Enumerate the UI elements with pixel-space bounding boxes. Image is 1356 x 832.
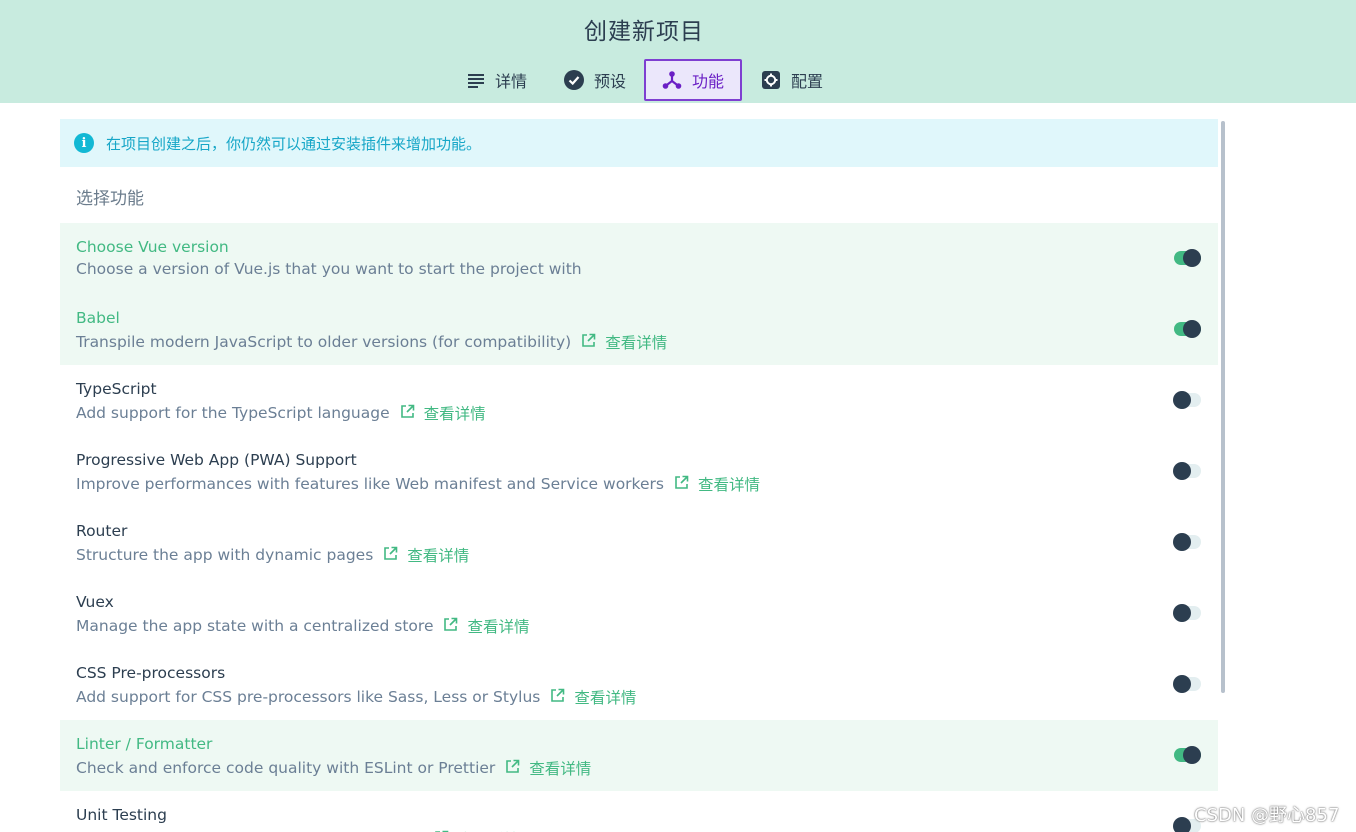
external-link-icon (550, 688, 565, 707)
feature-description-text: Manage the app state with a centralized … (76, 617, 434, 635)
tab-config[interactable]: 配置 (750, 59, 834, 101)
feature-name: Progressive Web App (PWA) Support (76, 451, 357, 469)
check-circle-icon (563, 70, 584, 90)
tab-details[interactable]: 详情 (455, 59, 539, 101)
view-details-link[interactable]: 查看详情 (674, 473, 760, 495)
feature-description: Add a Unit Testing solution like Jest or… (76, 828, 520, 832)
feature-toggle[interactable] (1173, 746, 1201, 764)
view-details-link[interactable]: 查看详情 (550, 686, 636, 708)
feature-name: Unit Testing (76, 806, 167, 824)
toggle-knob (1173, 675, 1191, 693)
feature-row[interactable]: CSS Pre-processors Add support for CSS pr… (60, 649, 1218, 720)
view-details-label: 查看详情 (458, 828, 520, 832)
section-title: 选择功能 (76, 189, 144, 209)
feature-toggle[interactable] (1173, 249, 1201, 267)
feature-name: Vuex (76, 593, 114, 611)
toggle-knob (1173, 604, 1191, 622)
feature-description-text: Add support for CSS pre-processors like … (76, 688, 541, 706)
view-details-label: 查看详情 (529, 760, 592, 778)
tab-config-label: 配置 (790, 72, 823, 91)
tab-features-label: 功能 (691, 72, 724, 91)
info-banner: i 在项目创建之后，你仍然可以通过安装插件来增加功能。 (60, 119, 1218, 167)
toggle-knob (1173, 462, 1191, 480)
view-details-label: 查看详情 (407, 547, 470, 565)
feature-row[interactable]: Babel Transpile modern JavaScript to olde… (60, 294, 1218, 365)
toggle-knob (1183, 249, 1201, 267)
features-fork-icon (662, 70, 682, 90)
feature-row[interactable]: Choose Vue version Choose a version of Vu… (60, 223, 1218, 294)
feature-toggle[interactable] (1173, 320, 1201, 338)
feature-row[interactable]: Unit Testing Add a Unit Testing solution … (60, 791, 1218, 832)
tab-presets[interactable]: 预设 (553, 59, 637, 101)
feature-description: Structure the app with dynamic pages 查看详情 (76, 544, 469, 566)
tab-features[interactable]: 功能 (644, 59, 742, 101)
toggle-knob (1183, 320, 1201, 338)
feature-name: Babel (76, 309, 120, 327)
view-details-link[interactable]: 查看详情 (383, 544, 469, 566)
feature-description-text: Choose a version of Vue.js that you want… (76, 260, 582, 278)
page-title: 创建新项目 (584, 19, 704, 45)
feature-toggle[interactable] (1173, 533, 1201, 551)
feature-row[interactable]: Vuex Manage the app state with a centrali… (60, 578, 1218, 649)
info-text: 在项目创建之后，你仍然可以通过安装插件来增加功能。 (106, 134, 482, 153)
view-details-label: 查看详情 (574, 689, 637, 707)
view-details-label: 查看详情 (605, 334, 668, 352)
feature-description-text: Add support for the TypeScript language (76, 404, 390, 422)
feature-row[interactable]: Progressive Web App (PWA) Support Improve… (60, 436, 1218, 507)
scrollbar[interactable] (1221, 121, 1225, 693)
feature-description-text: Check and enforce code quality with ESLi… (76, 759, 496, 777)
feature-name: Linter / Formatter (76, 735, 213, 753)
view-details-link[interactable]: 查看详情 (400, 402, 486, 424)
feature-toggle[interactable] (1173, 675, 1201, 693)
feature-row[interactable]: TypeScript Add support for the TypeScript… (60, 365, 1218, 436)
tab-presets-label: 预设 (593, 72, 626, 91)
header: 创建新项目 详情 预设 功能 配置 (0, 0, 1356, 103)
feature-description: Check and enforce code quality with ESLi… (76, 757, 591, 779)
view-details-label: 查看详情 (697, 476, 760, 494)
feature-row[interactable]: Linter / Formatter Check and enforce code… (60, 720, 1218, 791)
feature-toggle[interactable] (1173, 462, 1201, 480)
feature-description: Manage the app state with a centralized … (76, 615, 530, 637)
toggle-knob (1183, 746, 1201, 764)
external-link-icon (443, 617, 458, 636)
feature-description: Add support for CSS pre-processors like … (76, 686, 636, 708)
view-details-link[interactable]: 查看详情 (505, 757, 591, 779)
feature-description: Transpile modern JavaScript to older ver… (76, 331, 667, 353)
watermark: CSDN @野心857 (1194, 805, 1340, 826)
external-link-icon (581, 333, 596, 352)
external-link-icon (505, 759, 520, 778)
feature-name: Choose Vue version (76, 238, 229, 256)
view-details-label: 查看详情 (467, 618, 530, 636)
external-link-icon (400, 404, 415, 423)
toggle-knob (1173, 533, 1191, 551)
external-link-icon (383, 546, 398, 565)
feature-description: Choose a version of Vue.js that you want… (76, 260, 582, 278)
feature-name: Router (76, 522, 128, 540)
feature-name: CSS Pre-processors (76, 664, 226, 682)
feature-description-text: Transpile modern JavaScript to older ver… (76, 333, 572, 351)
external-link-icon (674, 475, 689, 494)
feature-name: TypeScript (76, 380, 157, 398)
view-details-link[interactable]: 查看详情 (581, 331, 667, 353)
feature-toggle[interactable] (1173, 604, 1201, 622)
tab-bar: 详情 预设 功能 配置 (0, 59, 1356, 103)
settings-gear-icon (761, 70, 781, 90)
feature-description: Improve performances with features like … (76, 473, 760, 495)
feature-row[interactable]: Router Structure the app with dynamic pag… (60, 507, 1218, 578)
toggle-knob (1173, 817, 1191, 832)
details-list-icon (467, 72, 485, 88)
view-details-label: 查看详情 (423, 405, 486, 423)
feature-toggle[interactable] (1173, 391, 1201, 409)
info-icon: i (74, 133, 94, 153)
toggle-knob (1173, 391, 1191, 409)
tab-details-label: 详情 (494, 72, 527, 91)
features-panel: i 在项目创建之后，你仍然可以通过安装插件来增加功能。 选择功能 Choose … (60, 119, 1218, 832)
feature-description: Add support for the TypeScript language 查… (76, 402, 486, 424)
view-details-link[interactable]: 查看详情 (443, 615, 530, 637)
feature-description-text: Improve performances with features like … (76, 475, 664, 493)
feature-description-text: Structure the app with dynamic pages (76, 546, 374, 564)
view-details-link[interactable]: 查看详情 (434, 828, 520, 832)
